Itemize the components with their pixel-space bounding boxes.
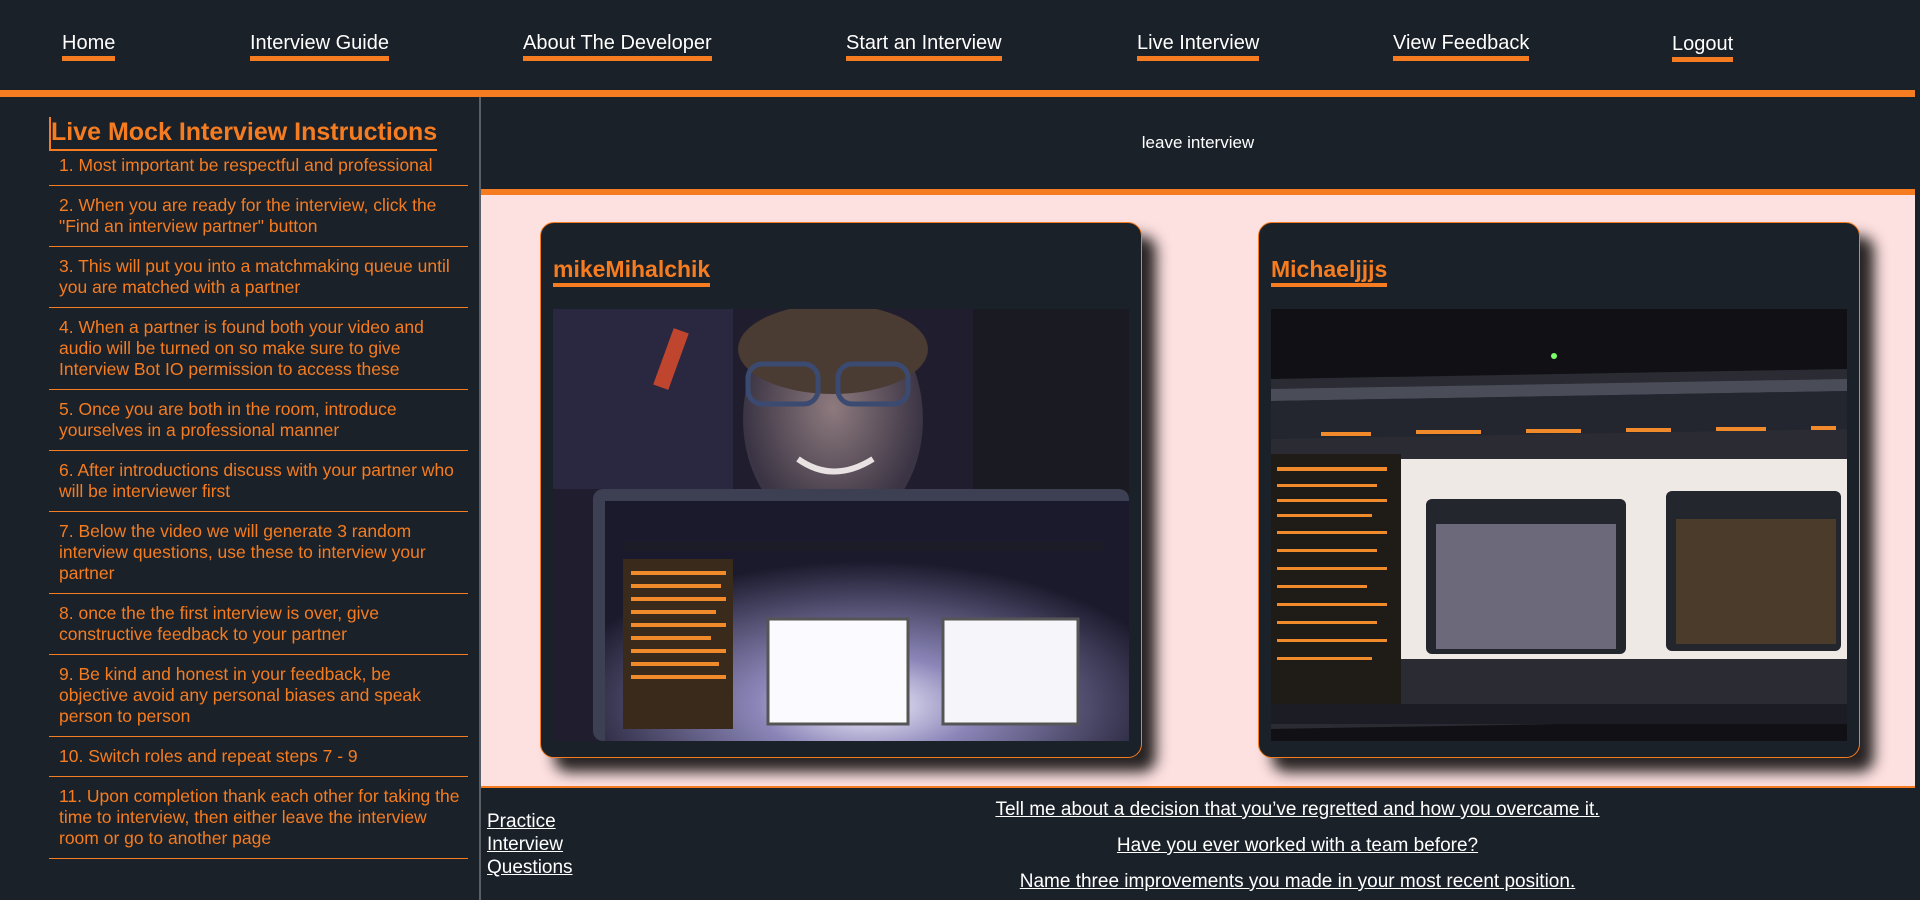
instruction-item: 11. Upon completion thank each other for… [49,777,468,859]
instruction-item: 1. Most important be respectful and prof… [49,146,468,186]
instruction-item: 6. After introductions discuss with your… [49,451,468,512]
instruction-item: 9. Be kind and honest in your feedback, … [49,655,468,737]
instruction-item: 7. Below the video we will generate 3 ra… [49,512,468,594]
remote-video-feed [1271,309,1847,741]
webcam-image [1271,309,1847,741]
local-video-card: mikeMihalchik [540,222,1142,758]
remote-user-name: Michaeljjjs [1271,256,1388,287]
local-video-feed [553,309,1129,741]
question-item[interactable]: Have you ever worked with a team before? [900,828,1695,864]
nav-divider [0,90,1915,97]
practice-questions-link[interactable]: Practice Interview Questions [487,810,587,879]
instruction-item: 3. This will put you into a matchmaking … [49,247,468,308]
question-item[interactable]: Name three improvements you made in your… [900,864,1695,900]
question-list: Tell me about a decision that you’ve reg… [900,792,1695,900]
nav-home-link[interactable]: Home [62,32,116,61]
nav-start-interview-link[interactable]: Start an Interview [846,32,1002,61]
remote-video-card: Michaeljjjs [1258,222,1860,758]
local-user-name: mikeMihalchik [553,256,711,287]
instruction-item: 8. once the the first interview is over,… [49,594,468,655]
video-stage: mikeMihalchik Michaeljjjs [481,195,1915,788]
top-nav: Home Interview Guide About The Developer… [0,0,1920,90]
question-item[interactable]: Tell me about a decision that you’ve reg… [900,792,1695,828]
instructions-list: 1. Most important be respectful and prof… [49,146,468,859]
instruction-item: 10. Switch roles and repeat steps 7 - 9 [49,737,468,777]
nav-live-interview-link[interactable]: Live Interview [1137,32,1260,61]
webcam-image [553,309,1129,741]
leave-interview-bar: leave interview [481,97,1915,189]
nav-interview-guide-link[interactable]: Interview Guide [250,32,389,61]
nav-about-developer-link[interactable]: About The Developer [523,32,712,61]
nav-view-feedback-link[interactable]: View Feedback [1393,32,1530,61]
nav-logout-link[interactable]: Logout [1672,33,1734,62]
instruction-item: 5. Once you are both in the room, introd… [49,390,468,451]
instruction-item: 4. When a partner is found both your vid… [49,308,468,390]
instruction-item: 2. When you are ready for the interview,… [49,186,468,247]
leave-interview-button[interactable]: leave interview [481,133,1915,153]
